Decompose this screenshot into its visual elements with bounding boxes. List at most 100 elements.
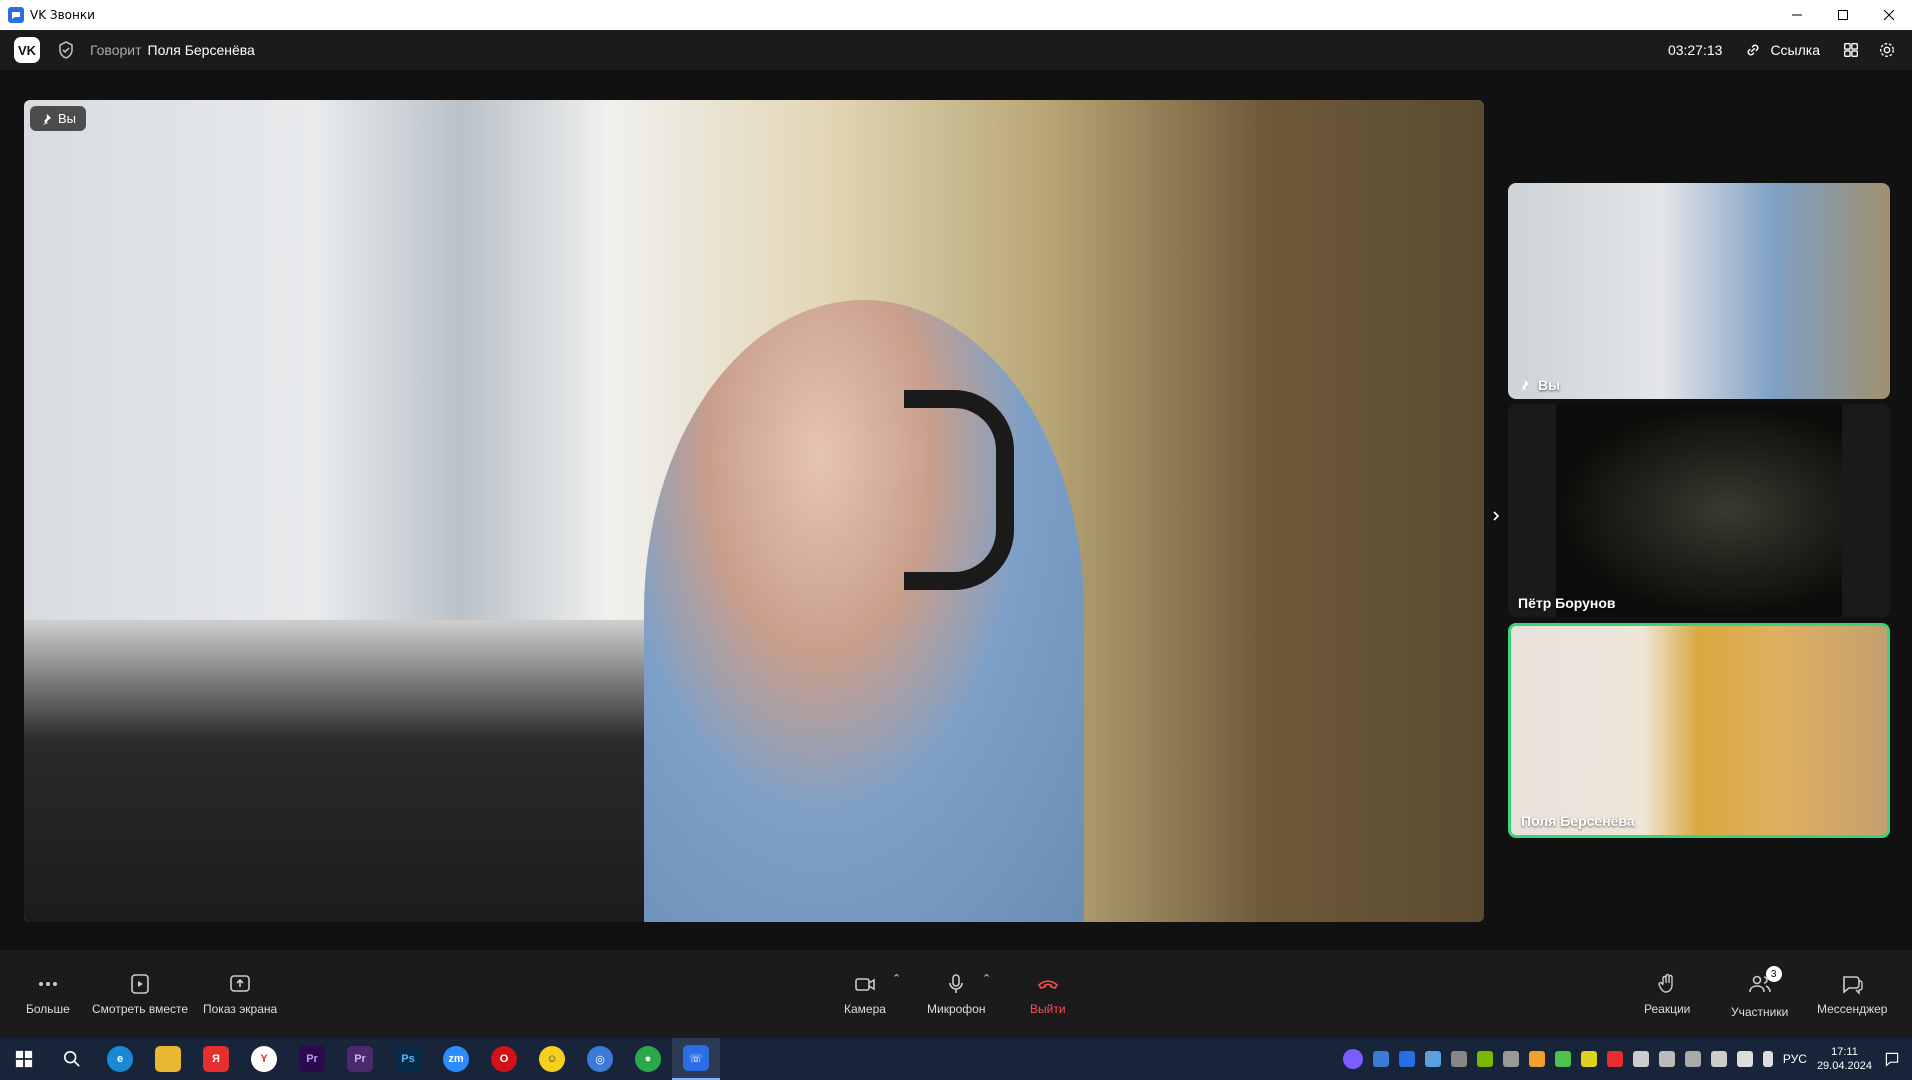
link-icon bbox=[1747, 44, 1759, 56]
copy-link-button[interactable]: Ссылка bbox=[1744, 41, 1820, 59]
leave-label: Выйти bbox=[1030, 1002, 1066, 1016]
leave-call-button[interactable]: Выйти bbox=[1030, 972, 1066, 1016]
call-toolbar: Больше Смотреть вместе Показ экрана Каме… bbox=[0, 950, 1912, 1038]
tray-app-icon[interactable] bbox=[1684, 1051, 1701, 1067]
hand-icon bbox=[1658, 973, 1673, 993]
clock-time: 17:11 bbox=[1831, 1046, 1858, 1058]
microphone-label: Микрофон bbox=[927, 1002, 986, 1016]
self-view-label: Вы bbox=[58, 111, 77, 126]
video-participant-figure bbox=[644, 300, 1084, 922]
chat-bubble-icon bbox=[1843, 976, 1863, 995]
settings-gear-icon[interactable] bbox=[1876, 39, 1898, 61]
camera-label: Камера bbox=[844, 1002, 886, 1016]
messenger-label: Мессенджер bbox=[1817, 1002, 1888, 1016]
search-icon[interactable] bbox=[48, 1038, 96, 1080]
participant-tile-polya-active-speaker[interactable]: Поля Берсенёва bbox=[1508, 623, 1890, 838]
participant-tile-petr[interactable]: Пётр Борунов bbox=[1508, 404, 1890, 617]
self-view-badge: Вы bbox=[30, 106, 87, 131]
tray-app-icon[interactable] bbox=[1554, 1051, 1571, 1067]
collapse-sidebar-chevron-icon[interactable] bbox=[1488, 508, 1504, 524]
explorer-icon[interactable] bbox=[144, 1038, 192, 1080]
call-timer: 03:27:13 bbox=[1667, 42, 1723, 58]
screen-share-icon bbox=[230, 975, 250, 992]
microphone-button[interactable]: Микрофон bbox=[927, 972, 985, 1016]
video-headset-shape bbox=[904, 390, 1014, 590]
microphone-icon bbox=[949, 974, 964, 993]
tray-yandex-icon[interactable] bbox=[1606, 1051, 1623, 1067]
watch-together-button[interactable]: Смотреть вместе bbox=[92, 972, 188, 1016]
messenger-button[interactable]: Мессенджер bbox=[1817, 972, 1887, 1016]
vk-calls-icon[interactable]: ☏ bbox=[672, 1038, 720, 1080]
participant-video bbox=[1556, 404, 1842, 617]
yandex-icon[interactable]: Я bbox=[192, 1038, 240, 1080]
reactions-button[interactable]: Реакции bbox=[1644, 972, 1690, 1016]
tray-app-icon[interactable] bbox=[1502, 1051, 1519, 1067]
chrome-icon[interactable]: ● bbox=[624, 1038, 672, 1080]
participant-tile-self[interactable]: Вы bbox=[1508, 183, 1890, 399]
clock-date: 29.04.2024 bbox=[1816, 1060, 1872, 1072]
tray-app-icon[interactable] bbox=[1450, 1051, 1467, 1067]
pin-icon bbox=[1521, 379, 1530, 391]
nvidia-icon[interactable] bbox=[1476, 1051, 1493, 1067]
microphone-options-chevron-icon[interactable]: ⌃ bbox=[982, 972, 991, 985]
tray-app-icon[interactable] bbox=[1710, 1051, 1727, 1067]
tray-app-icon[interactable] bbox=[1372, 1051, 1389, 1067]
participant-tile-label: Поля Берсенёва bbox=[1521, 813, 1635, 829]
tray-app-icon[interactable] bbox=[1528, 1051, 1545, 1067]
tray-app-icon[interactable] bbox=[1424, 1051, 1441, 1067]
screen-share-button[interactable]: Показ экрана bbox=[203, 972, 277, 1016]
opera-icon[interactable]: O bbox=[480, 1038, 528, 1080]
participant-tile-label: Пётр Борунов bbox=[1518, 595, 1616, 611]
system-tray: РУС 17:11 29.04.2024 bbox=[1342, 1045, 1912, 1073]
active-speaker-indicator: Говорит Поля Берсенёва bbox=[90, 42, 255, 58]
camera-button[interactable]: Камера bbox=[844, 972, 886, 1016]
shield-icon[interactable] bbox=[56, 40, 76, 60]
alice-assistant-icon[interactable] bbox=[1342, 1049, 1363, 1069]
edge-icon[interactable]: e bbox=[96, 1038, 144, 1080]
participant-tile-label: Вы bbox=[1518, 377, 1560, 393]
tray-app-icon[interactable] bbox=[1580, 1051, 1597, 1067]
reactions-label: Реакции bbox=[1644, 1002, 1691, 1016]
vk-calls-app-icon bbox=[8, 7, 24, 23]
yandex-browser-icon[interactable]: Y bbox=[240, 1038, 288, 1080]
call-stage: Вы Вы Пётр Борунов Поля Берсенёва bbox=[0, 70, 1912, 950]
screen-share-label: Показ экрана bbox=[203, 1002, 278, 1016]
camera-icon bbox=[855, 978, 875, 991]
main-video[interactable]: Вы bbox=[24, 100, 1484, 922]
start-icon[interactable] bbox=[0, 1038, 48, 1080]
windows-taskbar: e Я Y Pr Pr Ps zm O ☺ ◎ ● ☏ РУС 17:11 29… bbox=[0, 1038, 1912, 1080]
smiley-app-icon[interactable]: ☺ bbox=[528, 1038, 576, 1080]
minimize-button[interactable] bbox=[1774, 0, 1820, 30]
participants-label: Участники bbox=[1731, 1005, 1789, 1019]
participants-button[interactable]: 3 Участники bbox=[1731, 966, 1789, 1019]
window-title: VK Звонки bbox=[30, 8, 95, 22]
microphone-tray-icon[interactable] bbox=[1762, 1051, 1773, 1067]
notifications-icon[interactable] bbox=[1882, 1049, 1902, 1069]
premiere-rush-icon[interactable]: Pr bbox=[336, 1038, 384, 1080]
maximize-button[interactable] bbox=[1820, 0, 1866, 30]
grid-layout-icon[interactable] bbox=[1840, 39, 1862, 61]
participants-count-badge: 3 bbox=[1765, 966, 1782, 982]
camera-options-chevron-icon[interactable]: ⌃ bbox=[892, 972, 901, 985]
photoshop-icon[interactable]: Ps bbox=[384, 1038, 432, 1080]
usb-icon[interactable] bbox=[1632, 1051, 1649, 1067]
tray-vk-icon[interactable] bbox=[1398, 1051, 1415, 1067]
speaking-label: Говорит bbox=[90, 42, 142, 58]
participant-name: Вы bbox=[1538, 377, 1561, 393]
window-title-bar: VK Звонки bbox=[0, 0, 1912, 30]
globe-app-icon[interactable]: ◎ bbox=[576, 1038, 624, 1080]
zoom-icon[interactable]: zm bbox=[432, 1038, 480, 1080]
speaking-name: Поля Берсенёва bbox=[147, 42, 255, 58]
watch-together-label: Смотреть вместе bbox=[92, 1002, 189, 1016]
language-indicator[interactable]: РУС bbox=[1783, 1052, 1807, 1066]
network-icon[interactable] bbox=[1658, 1051, 1675, 1067]
more-label: Больше bbox=[26, 1002, 70, 1016]
volume-icon[interactable] bbox=[1736, 1051, 1753, 1067]
pin-icon bbox=[43, 113, 52, 125]
watch-together-icon bbox=[131, 974, 149, 994]
premiere-icon[interactable]: Pr bbox=[288, 1038, 336, 1080]
more-button[interactable]: Больше bbox=[26, 972, 70, 1016]
close-button[interactable] bbox=[1866, 0, 1912, 30]
clock[interactable]: 17:11 29.04.2024 bbox=[1817, 1045, 1872, 1073]
participant-name: Поля Берсенёва bbox=[1521, 813, 1635, 829]
